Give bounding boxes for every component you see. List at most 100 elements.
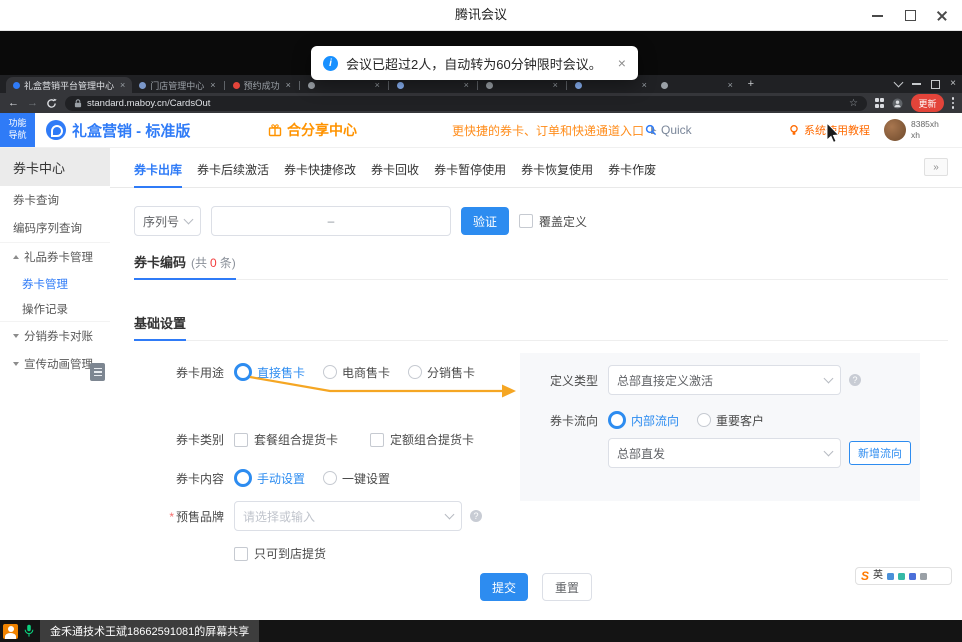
checkbox-package-combo-card[interactable]: 套餐组合提货卡 <box>234 431 338 448</box>
refresh-icon[interactable] <box>46 98 57 109</box>
settings-icon[interactable] <box>920 573 927 580</box>
card-settings-form: 券卡用途 直接售卡 电商售卡 <box>110 341 962 559</box>
tab-close-icon[interactable]: × <box>375 80 380 90</box>
quick-entry-link[interactable]: 更快捷的券卡、订单和快递通道入口 <box>452 113 659 147</box>
bookmark-star-icon[interactable]: ☆ <box>849 98 858 109</box>
browser-close-icon[interactable]: × <box>950 79 956 89</box>
tab-close-icon[interactable]: × <box>464 80 469 90</box>
new-tab-button[interactable]: + <box>744 78 758 92</box>
back-icon[interactable]: ← <box>8 98 19 109</box>
sidebar-item-card-management[interactable]: 券卡管理 <box>0 271 110 296</box>
collapse-panel-button[interactable]: » <box>924 158 948 176</box>
tab-label: 门店管理中心 <box>150 79 204 92</box>
checkbox-store-pickup-only[interactable]: 只可到店提货 <box>234 545 326 562</box>
sharer-avatar <box>3 624 18 639</box>
tutorial-link[interactable]: 系统使用教程 <box>788 113 870 147</box>
coding-count: (共0条) <box>191 256 236 270</box>
profile-icon[interactable] <box>892 98 903 109</box>
quick-search[interactable]: Quick <box>645 113 692 147</box>
presale-brand-select[interactable]: 请选择或输入 <box>234 501 462 531</box>
sidebar-item-card-query[interactable]: 券卡查询 <box>0 186 110 214</box>
browser-tab-store[interactable]: 门店管理中心 × <box>132 77 222 93</box>
mic-icon[interactable] <box>887 573 894 580</box>
submit-button[interactable]: 提交 <box>480 573 528 601</box>
tab-favicon <box>139 82 146 89</box>
help-icon[interactable] <box>470 510 482 522</box>
tab-search-icon[interactable] <box>894 78 904 88</box>
sidebar-group-gift-card-management[interactable]: 礼品券卡管理 <box>0 243 110 271</box>
tab-close-icon[interactable]: × <box>120 80 125 90</box>
browser-tab-marketing[interactable]: 礼盒营销平台管理中心 × <box>6 77 132 93</box>
definition-type-select[interactable]: 总部直接定义激活 <box>608 365 841 395</box>
override-checkbox-wrap[interactable]: 覆盖定义 <box>519 213 587 230</box>
store-only-field: 只可到店提货 <box>134 545 344 562</box>
tab-close-icon[interactable]: × <box>642 80 647 90</box>
ime-language-indicator[interactable]: 英 <box>873 571 883 581</box>
tab-label: 预约成功 <box>244 79 280 92</box>
radio-distribution-sale[interactable]: 分销售卡 <box>408 364 475 381</box>
tab-card-suspend[interactable]: 券卡暂停使用 <box>434 152 506 188</box>
tab-card-recycle[interactable]: 券卡回收 <box>371 152 419 188</box>
radio-direct-sale[interactable]: 直接售卡 <box>234 363 305 381</box>
tab-card-outbound[interactable]: 券卡出库 <box>134 152 182 188</box>
radio-ecommerce-sale[interactable]: 电商售卡 <box>323 364 390 381</box>
sidebar-group-distribution-reconciliation[interactable]: 分销券卡对账 <box>0 322 110 350</box>
ime-logo[interactable]: S <box>861 570 869 582</box>
checkbox-fixed-combo-card[interactable]: 定额组合提货卡 <box>370 431 474 448</box>
tab-close-icon[interactable]: × <box>210 80 215 90</box>
flow-target-select[interactable]: 总部直发 <box>608 438 841 468</box>
tab-card-quick-edit[interactable]: 券卡快捷修改 <box>284 152 356 188</box>
maximize-button[interactable] <box>894 0 926 30</box>
expand-triangle-icon <box>13 334 19 338</box>
url-bar[interactable]: standard.maboy.cn/CardsOut ☆ <box>65 96 867 111</box>
browser-menu-icon[interactable] <box>952 97 955 109</box>
verify-button[interactable]: 验证 <box>461 207 509 235</box>
browser-tab-partial[interactable]: × <box>654 77 740 93</box>
help-icon[interactable] <box>849 374 861 386</box>
browser-tab-booking[interactable]: 预约成功 × <box>226 77 298 93</box>
radio-internal-flow[interactable]: 内部流向 <box>608 411 679 429</box>
mic-status-icon <box>24 624 34 638</box>
function-nav-toggle[interactable]: 功能 导航 <box>0 113 35 147</box>
add-flow-button[interactable]: 新增流向 <box>849 441 911 465</box>
tab-favicon <box>233 82 240 89</box>
forward-icon[interactable]: → <box>27 98 38 109</box>
minimize-button[interactable] <box>862 0 894 30</box>
tab-card-void[interactable]: 券卡作废 <box>608 152 656 188</box>
browser-update-button[interactable]: 更新 <box>911 94 943 112</box>
sidebar-item-operation-log[interactable]: 操作记录 <box>0 296 110 322</box>
radio-manual-setup[interactable]: 手动设置 <box>234 469 305 487</box>
maximize-icon <box>905 10 916 21</box>
toast-close-icon[interactable]: × <box>618 55 626 71</box>
reset-button[interactable]: 重置 <box>542 573 592 601</box>
override-checkbox[interactable] <box>519 214 533 228</box>
radio-one-click-setup[interactable]: 一键设置 <box>323 470 390 487</box>
tab-close-icon[interactable]: × <box>728 80 733 90</box>
main-content: » 券卡出库 券卡后续激活 券卡快捷修改 券卡回收 券卡暂停使用 券卡恢复使用 … <box>110 148 962 621</box>
keyboard-icon[interactable] <box>898 573 905 580</box>
tab-card-activation[interactable]: 券卡后续激活 <box>197 152 269 188</box>
serial-range-input[interactable]: – <box>211 206 451 236</box>
browser-maximize-icon[interactable] <box>931 80 940 89</box>
toolbox-icon[interactable] <box>909 573 916 580</box>
chevron-down-icon <box>184 215 194 225</box>
extensions-icon[interactable] <box>875 98 885 108</box>
close-button[interactable] <box>926 0 958 30</box>
serial-type-select[interactable]: 序列号 <box>134 206 201 236</box>
tab-close-icon[interactable]: × <box>286 80 291 90</box>
user-avatar <box>884 119 906 141</box>
tab-card-restore[interactable]: 券卡恢复使用 <box>521 152 593 188</box>
tab-close-icon[interactable]: × <box>553 80 558 90</box>
share-center-link[interactable]: 合分享中心 <box>268 113 357 147</box>
gift-marketing-app: 功能 导航 礼盒营销 - 标准版 合分享中心 更快捷的券卡、订单和快 <box>0 113 962 620</box>
radio-important-customer[interactable]: 重要客户 <box>697 412 764 429</box>
checkbox-icon <box>234 433 248 447</box>
user-account[interactable]: 8385xh xh <box>884 113 939 147</box>
sidebar-item-code-sequence-query[interactable]: 编码序列查询 <box>0 214 110 243</box>
browser-minimize-icon[interactable] <box>912 83 921 84</box>
collapse-triangle-icon <box>13 255 19 259</box>
content-field: 券卡内容 手动设置 一键设置 <box>134 469 408 487</box>
sidebar-drag-handle[interactable] <box>90 363 105 381</box>
meeting-toast: 会议已超过2人，自动转为60分钟限时会议。 × <box>311 46 638 80</box>
meeting-window: 腾讯会议 礼盒营销平台管理中心 × 门店管理中心 × 预约成功 × <box>0 0 962 642</box>
